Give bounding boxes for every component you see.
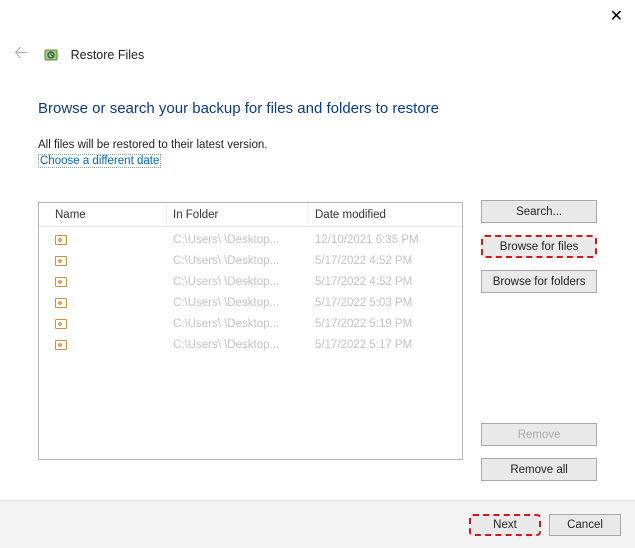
window-title: Restore Files bbox=[71, 48, 145, 62]
search-button[interactable]: Search... bbox=[481, 200, 597, 223]
choose-date-link[interactable]: Choose a different date bbox=[38, 154, 161, 168]
folder-cell: C:\Users\ \Desktop... bbox=[167, 234, 309, 246]
browse-files-button[interactable]: Browse for files bbox=[481, 235, 597, 258]
file-name-cell bbox=[39, 235, 167, 245]
image-file-icon bbox=[55, 340, 67, 350]
table-row[interactable]: C:\Users\ \Desktop...5/17/2022 5:17 PM bbox=[39, 334, 462, 355]
date-cell: 5/17/2022 5:17 PM bbox=[309, 339, 462, 351]
remove-all-button[interactable]: Remove all bbox=[481, 458, 597, 481]
restore-app-icon bbox=[43, 46, 61, 64]
folder-cell: C:\Users\ \Desktop... bbox=[167, 318, 309, 330]
image-file-icon bbox=[55, 256, 67, 266]
date-cell: 12/10/2021 6:35 PM bbox=[309, 234, 462, 246]
footer: Next Cancel bbox=[0, 500, 635, 548]
folder-cell: C:\Users\ \Desktop... bbox=[167, 297, 309, 309]
image-file-icon bbox=[55, 298, 67, 308]
table-row[interactable]: C:\Users\ \Desktop...5/17/2022 4:52 PM bbox=[39, 250, 462, 271]
table-row[interactable]: C:\Users\ \Desktop...5/17/2022 4:52 PM bbox=[39, 271, 462, 292]
date-cell: 5/17/2022 5:19 PM bbox=[309, 318, 462, 330]
browse-folders-button[interactable]: Browse for folders bbox=[481, 270, 597, 293]
image-file-icon bbox=[55, 319, 67, 329]
table-row[interactable]: C:\Users\ \Desktop...5/17/2022 5:03 PM bbox=[39, 292, 462, 313]
file-list[interactable]: Name In Folder Date modified C:\Users\ \… bbox=[38, 202, 463, 460]
date-cell: 5/17/2022 4:52 PM bbox=[309, 276, 462, 288]
folder-cell: C:\Users\ \Desktop... bbox=[167, 255, 309, 267]
header: 🡠 Restore Files bbox=[0, 0, 635, 70]
date-cell: 5/17/2022 5:03 PM bbox=[309, 297, 462, 309]
remove-button: Remove bbox=[481, 423, 597, 446]
image-file-icon bbox=[55, 235, 67, 245]
file-name-cell bbox=[39, 340, 167, 350]
date-cell: 5/17/2022 4:52 PM bbox=[309, 255, 462, 267]
back-arrow-icon[interactable]: 🡠 bbox=[10, 40, 33, 70]
list-header: Name In Folder Date modified bbox=[39, 203, 462, 227]
file-name-cell bbox=[39, 256, 167, 266]
col-name[interactable]: Name bbox=[39, 203, 167, 226]
table-row[interactable]: C:\Users\ \Desktop...12/10/2021 6:35 PM bbox=[39, 229, 462, 250]
side-buttons: Search... Browse for files Browse for fo… bbox=[481, 200, 597, 493]
version-note: All files will be restored to their late… bbox=[38, 139, 597, 151]
folder-cell: C:\Users\ \Desktop... bbox=[167, 276, 309, 288]
page-heading: Browse or search your backup for files a… bbox=[38, 100, 597, 117]
table-row[interactable]: C:\Users\ \Desktop...5/17/2022 5:19 PM bbox=[39, 313, 462, 334]
close-icon[interactable]: ✕ bbox=[610, 6, 623, 26]
image-file-icon bbox=[55, 277, 67, 287]
col-date[interactable]: Date modified bbox=[309, 203, 462, 226]
file-name-cell bbox=[39, 298, 167, 308]
file-name-cell bbox=[39, 319, 167, 329]
file-name-cell bbox=[39, 277, 167, 287]
col-folder[interactable]: In Folder bbox=[167, 203, 309, 226]
next-button[interactable]: Next bbox=[469, 514, 541, 536]
folder-cell: C:\Users\ \Desktop... bbox=[167, 339, 309, 351]
cancel-button[interactable]: Cancel bbox=[549, 514, 621, 536]
